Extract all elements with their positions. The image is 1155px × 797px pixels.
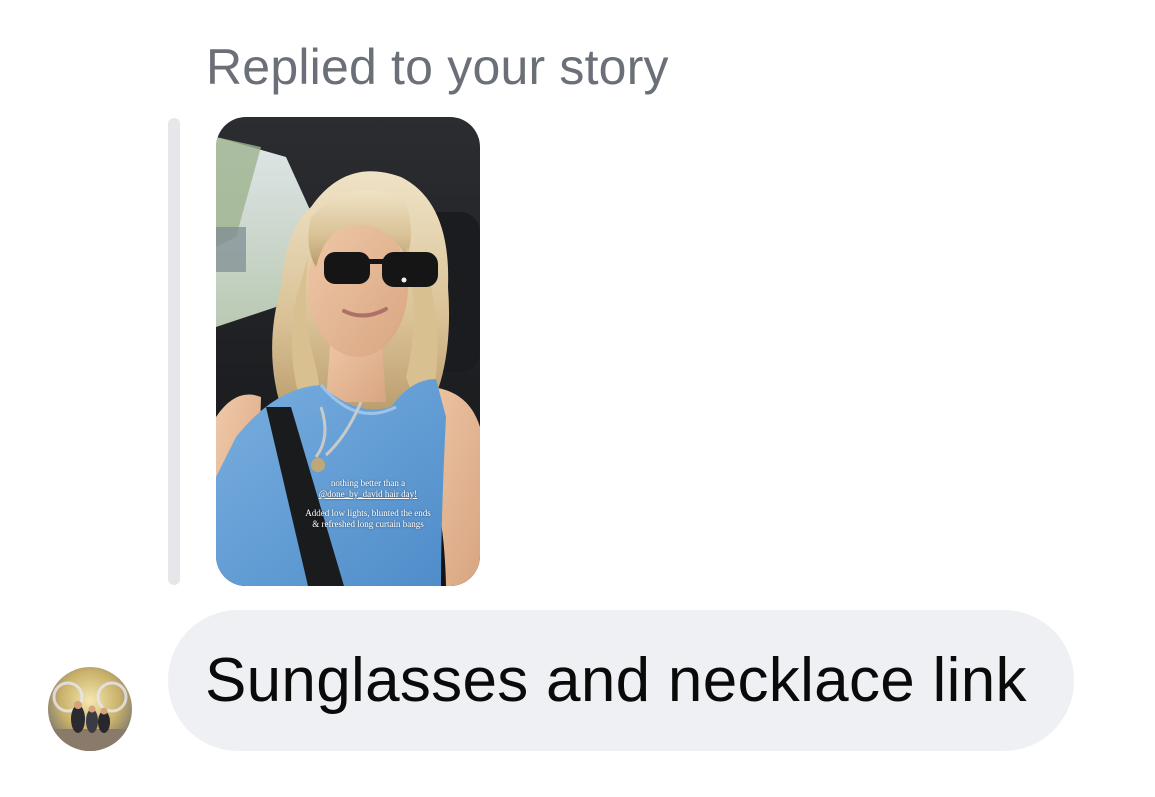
sender-avatar[interactable] (48, 667, 132, 751)
story-photo (216, 117, 480, 586)
quote-bar (168, 118, 180, 585)
reply-context-label: Replied to your story (206, 39, 669, 95)
avatar-photo (48, 667, 132, 751)
message-text: Sunglasses and necklace link (205, 646, 1027, 715)
story-preview[interactable]: nothing better than a @done_by_david hai… (216, 117, 480, 586)
message-bubble[interactable]: Sunglasses and necklace link (168, 610, 1074, 751)
